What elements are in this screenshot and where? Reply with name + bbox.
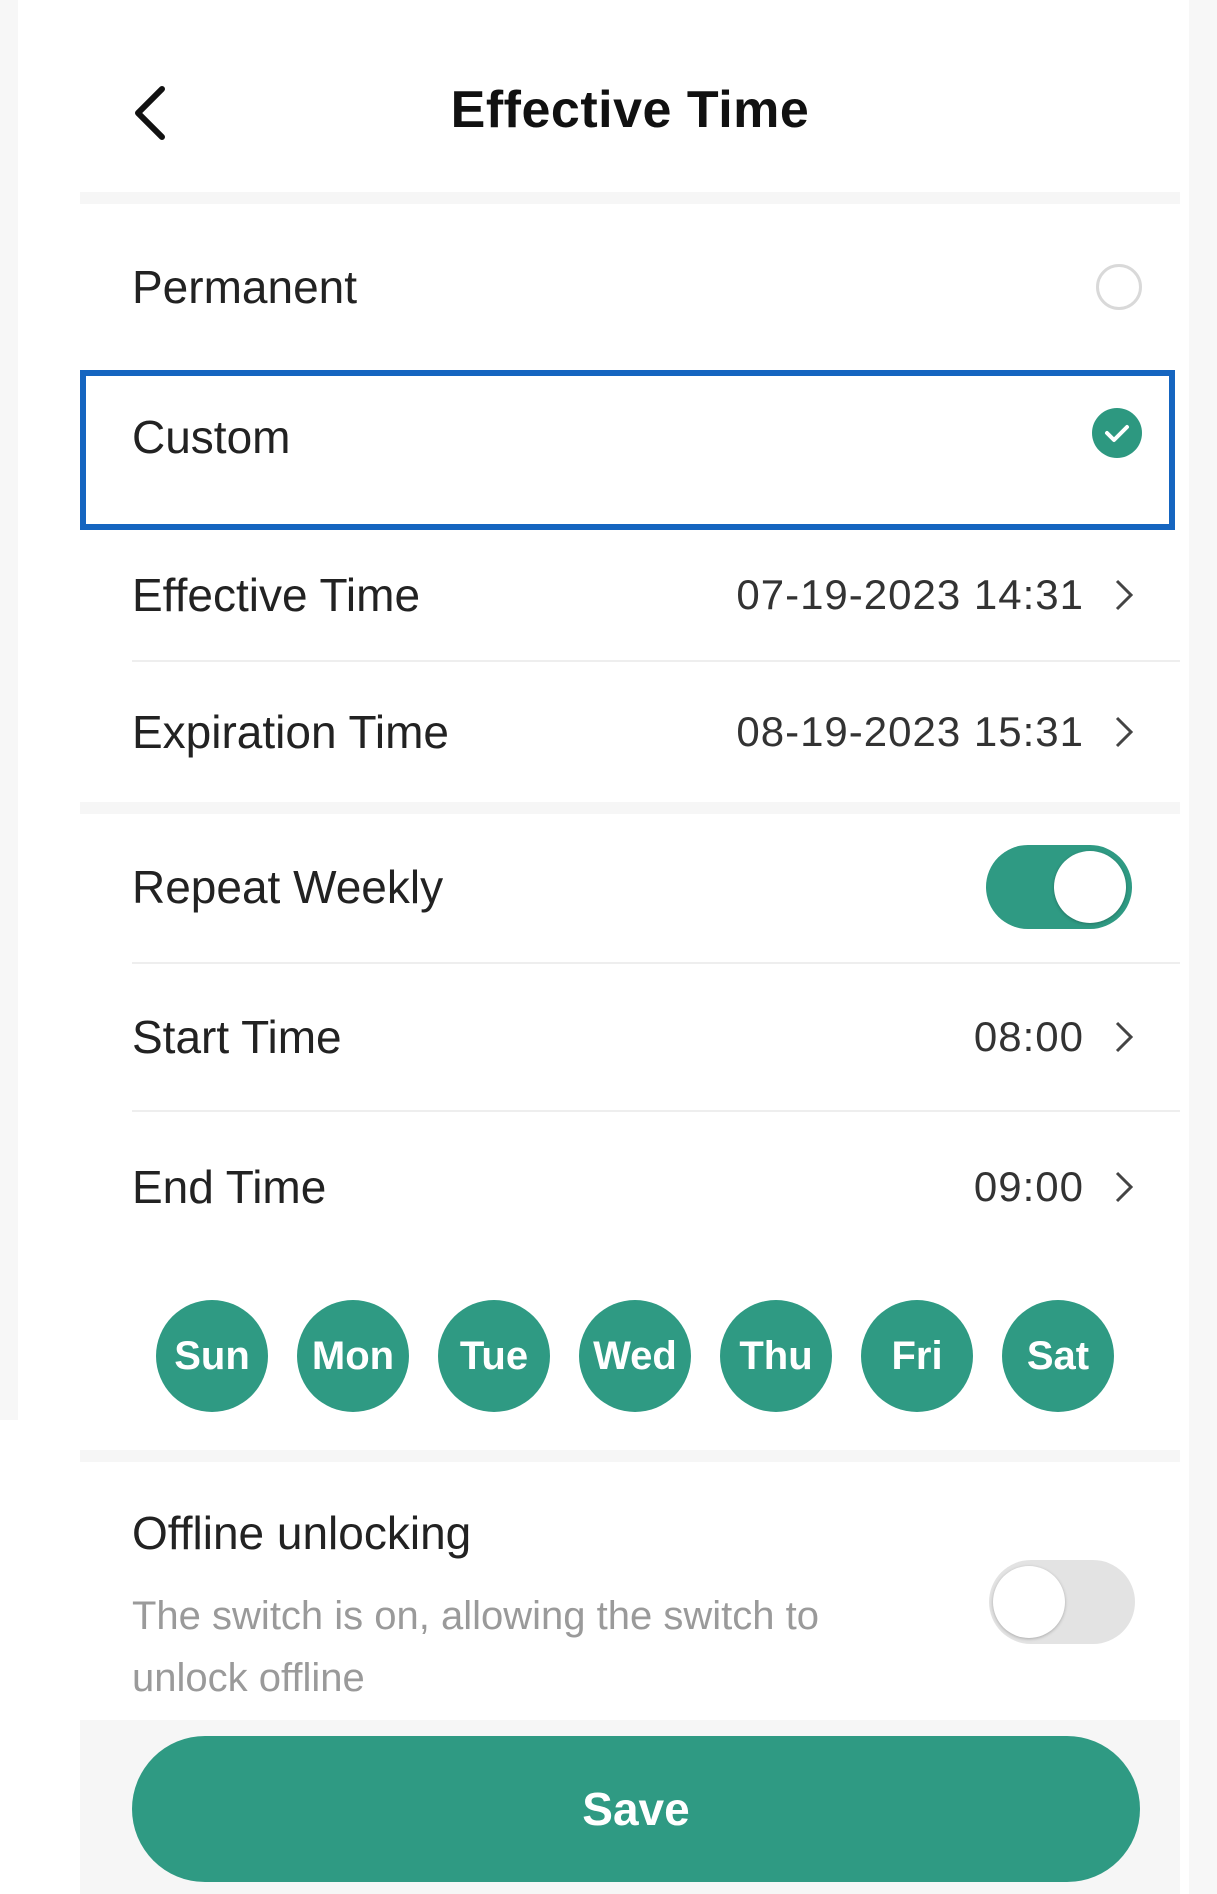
offline-unlocking-toggle[interactable] [989,1560,1135,1644]
save-button[interactable]: Save [132,1736,1140,1882]
page-title: Effective Time [450,81,810,139]
chevron-right-icon [1104,712,1144,752]
toggle-knob [993,1566,1065,1638]
section-separator [80,192,1180,204]
radio-checked-icon[interactable] [1092,408,1142,458]
repeat-weekly-row: Repeat Weekly [80,814,1180,960]
effective-time-label: Effective Time [132,569,421,621]
expiration-time-row[interactable]: Expiration Time 08-19-2023 15:31 [80,662,1180,802]
chevron-right-icon [1104,1017,1144,1057]
end-time-value: 09:00 [973,1163,1084,1210]
expiration-time-value: 08-19-2023 15:31 [736,708,1084,755]
start-time-label: Start Time [132,1011,342,1063]
radio-unchecked-icon[interactable] [1096,264,1142,310]
day-thu-button[interactable]: Thu [720,1300,832,1412]
effective-time-value: 07-19-2023 14:31 [736,571,1084,618]
day-tue-button[interactable]: Tue [438,1300,550,1412]
effective-time-row[interactable]: Effective Time 07-19-2023 14:31 [80,530,1180,660]
day-mon-button[interactable]: Mon [297,1300,409,1412]
option-custom[interactable]: Custom [80,370,1180,530]
option-custom-label: Custom [132,411,291,463]
repeat-weekly-label: Repeat Weekly [132,861,444,913]
start-time-value: 08:00 [973,1013,1084,1060]
day-sat-button[interactable]: Sat [1002,1300,1114,1412]
expiration-time-label: Expiration Time [132,706,450,758]
day-wed-button[interactable]: Wed [579,1300,691,1412]
header-bar: Effective Time [80,40,1180,190]
day-fri-button[interactable]: Fri [861,1300,973,1412]
option-permanent-label: Permanent [132,261,358,313]
section-separator [80,1450,1180,1462]
offline-unlocking-title: Offline unlocking [132,1507,472,1559]
left-edge-shade [0,0,18,1420]
end-time-row[interactable]: End Time 09:00 [80,1112,1180,1262]
chevron-right-icon [1104,1167,1144,1207]
chevron-right-icon [1104,575,1144,615]
start-time-row[interactable]: Start Time 08:00 [80,964,1180,1110]
toggle-knob [1054,851,1126,923]
checkmark-icon [1105,425,1129,442]
end-time-label: End Time [132,1161,327,1213]
option-permanent[interactable]: Permanent [80,204,1180,370]
day-sun-button[interactable]: Sun [156,1300,268,1412]
repeat-weekly-toggle[interactable] [986,845,1132,929]
right-edge-shade [1189,0,1217,1894]
offline-unlocking-description: The switch is on, allowing the switch to… [132,1594,819,1700]
effective-time-screen: Effective Time Permanent Custom Effectiv… [0,0,1217,1894]
weekday-selector: Sun Mon Tue Wed Thu Fri Sat [156,1300,1114,1412]
section-separator [80,802,1180,814]
